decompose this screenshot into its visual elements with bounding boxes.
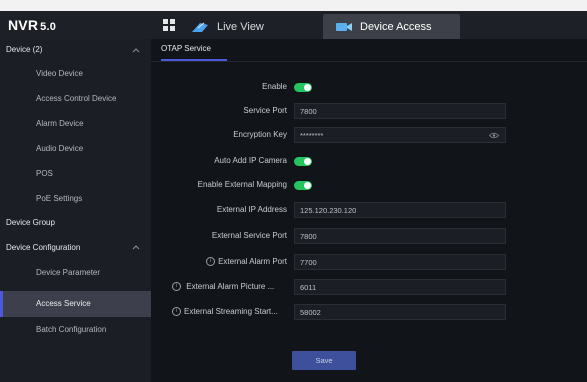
service-port-label: Service Port [243, 106, 287, 115]
sidebar-item-video-device[interactable]: Video Device [0, 61, 151, 86]
sidebar-item-access-service[interactable]: Access Service [0, 291, 151, 317]
auto-add-toggle[interactable] [294, 157, 312, 166]
external-alarm-picture-label: i External Alarm Picture ... [172, 279, 287, 295]
encryption-key-label: Encryption Key [233, 130, 287, 139]
tab-device-access-label: Device Access [360, 20, 432, 33]
app-window: NVR 5.0 Live View Device Access Device (2… [0, 11, 587, 382]
external-service-port-label: External Service Port [211, 231, 287, 240]
enable-toggle[interactable] [294, 83, 312, 92]
external-mapping-toggle[interactable] [294, 181, 312, 190]
encryption-key-input[interactable]: ******** [294, 127, 506, 143]
app-logo: NVR 5.0 [8, 17, 57, 33]
info-icon[interactable]: i [172, 307, 181, 317]
tab-device-access[interactable]: Device Access [323, 14, 460, 39]
sidebar-item-access-control-device[interactable]: Access Control Device [0, 86, 151, 111]
info-icon[interactable]: i [172, 282, 181, 292]
chevron-up-icon [132, 245, 140, 250]
enable-label: Enable [262, 82, 287, 91]
sidebar-group-device-configuration[interactable]: Device Configuration [0, 235, 151, 260]
chevron-up-icon [132, 48, 140, 53]
sidebar-item-alarm-device[interactable]: Alarm Device [0, 111, 151, 136]
external-mapping-label: Enable External Mapping [197, 180, 287, 189]
device-access-icon [336, 22, 352, 31]
menu-grid-icon[interactable] [163, 19, 175, 31]
external-ip-input[interactable]: 125.120.230.120 [294, 202, 506, 218]
sidebar-item-poe-settings[interactable]: PoE Settings [0, 186, 151, 211]
auto-add-label: Auto Add IP Camera [214, 156, 287, 165]
external-alarm-picture-input[interactable]: 6011 [294, 279, 506, 295]
tab-live-view[interactable]: Live View [189, 14, 309, 39]
external-ip-label: External IP Address [216, 205, 287, 214]
sidebar-item-pos[interactable]: POS [0, 161, 151, 186]
external-alarm-port-input[interactable]: 7700 [294, 254, 506, 270]
sidebar-group-device[interactable]: Device (2) [0, 39, 151, 61]
sidebar-item-audio-device[interactable]: Audio Device [0, 136, 151, 161]
external-alarm-port-label: i External Alarm Port [147, 254, 287, 270]
info-icon[interactable]: i [206, 257, 216, 267]
tab-live-view-label: Live View [217, 20, 264, 33]
subtab-bar: OTAP Service [151, 39, 587, 62]
encryption-key-value: ******** [300, 131, 324, 140]
live-view-icon [192, 22, 208, 32]
sidebar-group-device-group[interactable]: Device Group [0, 211, 151, 235]
service-port-input[interactable]: 7800 [294, 103, 506, 119]
sidebar-item-batch-configuration[interactable]: Batch Configuration [0, 317, 151, 342]
sidebar-item-device-parameter[interactable]: Device Parameter [0, 260, 151, 285]
tab-otap-service[interactable]: OTAP Service [161, 39, 227, 61]
external-streaming-label: i External Streaming Start... [172, 304, 287, 320]
save-button[interactable]: Save [292, 351, 356, 370]
external-streaming-input[interactable]: 58002 [294, 304, 506, 320]
external-service-port-input[interactable]: 7800 [294, 228, 506, 244]
sidebar: Device (2) Video Device Access Control D… [0, 39, 151, 382]
top-bar: NVR 5.0 Live View Device Access [0, 11, 587, 39]
eye-icon[interactable] [489, 132, 499, 139]
